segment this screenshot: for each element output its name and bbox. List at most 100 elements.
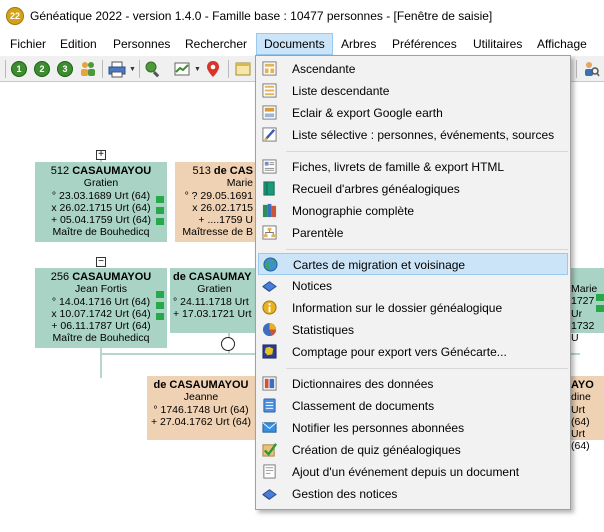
window-title: Généatique 2022 - version 1.4.0 - Famill… [30, 9, 493, 23]
menu-item-label: Fiches, livrets de famille & export HTML [292, 160, 505, 174]
document-indicator [596, 305, 604, 312]
person-name: de CASAUMAY [173, 271, 256, 283]
print-dropdown-arrow-icon[interactable]: ▼ [129, 66, 136, 73]
menu-item-notifier[interactable]: Notifier les personnes abonnées [258, 417, 568, 439]
persons-button[interactable] [78, 59, 98, 79]
level-3-button[interactable]: 3 [55, 59, 75, 79]
person-name: 256 CASAUMAYOU [35, 271, 167, 283]
menu-item-comptage[interactable]: Comptage pour export vers Génécarte... [258, 341, 568, 363]
menu-item-recueil[interactable]: Recueil d'arbres généalogiques [258, 178, 568, 200]
person-number: 512 [50, 165, 70, 177]
document-indicator [596, 294, 604, 301]
menu-item-label: Gestion des notices [292, 487, 398, 501]
menu-item-liste-descendante[interactable]: Liste descendante [258, 80, 568, 102]
person-birth: ° 23.03.1689 Urt (64) [51, 189, 151, 202]
menu-item-cartes-migration[interactable]: Cartes de migration et voisinage [258, 253, 568, 275]
person-death: + ....1759 U [198, 214, 253, 227]
menu-item-label: Information sur le dossier généalogique [292, 301, 503, 315]
menu-item-notices[interactable]: Notices [258, 275, 568, 297]
menu-utilitaires[interactable]: Utilitaires [466, 33, 529, 55]
title-bar: 22 Généatique 2022 - version 1.4.0 - Fam… [0, 0, 604, 32]
level-2-button[interactable]: 2 [32, 59, 52, 79]
menu-item-information[interactable]: Information sur le dossier généalogique [258, 297, 568, 319]
menu-item-gestion-notices[interactable]: Gestion des notices [258, 483, 568, 505]
menu-item-ascendante[interactable]: Ascendante [258, 58, 568, 80]
menu-edition[interactable]: Edition [53, 33, 104, 55]
person-name: AYO [571, 379, 604, 391]
toolbar-separator [228, 60, 229, 78]
collapse-toggle[interactable]: − [96, 257, 106, 267]
menu-preferences[interactable]: Préférences [385, 33, 464, 55]
person-given-name: dine [571, 391, 591, 404]
menu-item-label: Ajout d'un événement depuis un document [292, 465, 520, 479]
person-card[interactable]: AYO dine Urt (64) Urt (64) [571, 376, 604, 452]
person-card[interactable]: 512 CASAUMAYOU Gratien ° 23.03.1689 Urt … [35, 162, 167, 242]
menu-item-statistiques[interactable]: Statistiques [258, 319, 568, 341]
node-marker[interactable] [221, 337, 235, 351]
chart-dropdown-arrow-icon[interactable]: ▼ [194, 66, 201, 73]
menu-item-fiches[interactable]: Fiches, livrets de famille & export HTML [258, 156, 568, 178]
menu-item-ajout-evenement[interactable]: Ajout d'un événement depuis un document [258, 461, 568, 483]
map-pin-icon [207, 61, 219, 77]
menu-item-dictionnaires[interactable]: Dictionnaires des données [258, 373, 568, 395]
search-person-button[interactable] [143, 59, 163, 79]
expand-toggle[interactable]: + [96, 150, 106, 160]
person-occupation: Maîtresse de B [182, 226, 253, 239]
menu-item-parentele[interactable]: Parentèle [258, 222, 568, 244]
person-card[interactable]: 256 CASAUMAYOU Jean Fortis ° 14.04.1716 … [35, 268, 167, 348]
person-surname: de CAS [213, 165, 253, 177]
menu-documents[interactable]: Documents [256, 33, 333, 55]
person-name: 512 CASAUMAYOU [35, 165, 167, 177]
menu-item-label: Classement de documents [292, 399, 435, 413]
menu-item-label: Statistiques [292, 323, 355, 337]
level-1-button[interactable]: 1 [9, 59, 29, 79]
person-given-name: Gratien [83, 177, 119, 190]
person-search-icon [585, 62, 600, 77]
menu-item-label: Liste descendante [292, 84, 390, 98]
person-card[interactable]: 513 de CAS Marie ° ? 29.05.1691 x 26.02.… [175, 162, 255, 242]
person-name: de CASAUMAYOU [147, 379, 255, 391]
location-button[interactable] [203, 59, 223, 79]
menu-arbres[interactable]: Arbres [334, 33, 383, 55]
menu-personnes[interactable]: Personnes [106, 33, 177, 55]
menu-item-label: Monographie complète [292, 204, 415, 218]
level-3-icon: 3 [57, 61, 73, 77]
recueil-icon [263, 181, 275, 196]
app-logo-icon[interactable]: 22 [6, 7, 24, 25]
person-death: + 06.11.1787 Urt (64) [51, 320, 151, 333]
fiches-icon [262, 159, 277, 174]
menu-item-eclair[interactable]: Eclair & export Google earth [258, 102, 568, 124]
find-person-button[interactable] [581, 59, 601, 79]
person-card[interactable]: de CASAUMAY Gratien ° 24.11.1718 Urt + 1… [170, 268, 256, 333]
person-birth: ° 14.04.1716 Urt (64) [51, 295, 151, 308]
search-person-icon [145, 61, 160, 78]
quiz-icon [262, 443, 277, 457]
menu-item-label: Dictionnaires des données [292, 377, 434, 391]
window-button[interactable] [233, 59, 253, 79]
person-death: Urt (64) [571, 428, 590, 453]
person-card[interactable]: de CASAUMAYOU Jeanne ° 1746.1748 Urt (64… [147, 376, 255, 440]
menu-affichage[interactable]: Affichage [530, 33, 594, 55]
dictionnaires-icon [262, 376, 277, 391]
menu-item-liste-selective[interactable]: Liste sélective : personnes, événements,… [258, 124, 568, 146]
toolbar-separator [139, 60, 140, 78]
gestion-notices-icon [262, 489, 277, 501]
level-1-icon: 1 [11, 61, 27, 77]
person-surname: CASAUMAYOU [72, 271, 152, 283]
notices-icon [262, 281, 277, 293]
person-given-name: Marie [226, 177, 253, 190]
menu-item-monographie[interactable]: Monographie complète [258, 200, 568, 222]
menu-item-label: Création de quiz généalogiques [292, 443, 461, 457]
person-surname: AYO [571, 379, 594, 391]
menu-item-classement[interactable]: Classement de documents [258, 395, 568, 417]
menu-rechercher[interactable]: Rechercher [178, 33, 254, 55]
menu-item-quiz[interactable]: Création de quiz généalogiques [258, 439, 568, 461]
person-occupation: Maître de Bouhedicq [52, 332, 150, 345]
chart-tool-button[interactable] [172, 59, 192, 79]
print-button[interactable] [107, 59, 127, 79]
window-icon [235, 62, 251, 76]
menu-fichier[interactable]: Fichier [3, 33, 53, 55]
liste-descendante-icon [262, 83, 277, 98]
documents-menu: Ascendante Liste descendante Eclair & ex… [255, 55, 571, 510]
document-indicator [156, 207, 164, 214]
